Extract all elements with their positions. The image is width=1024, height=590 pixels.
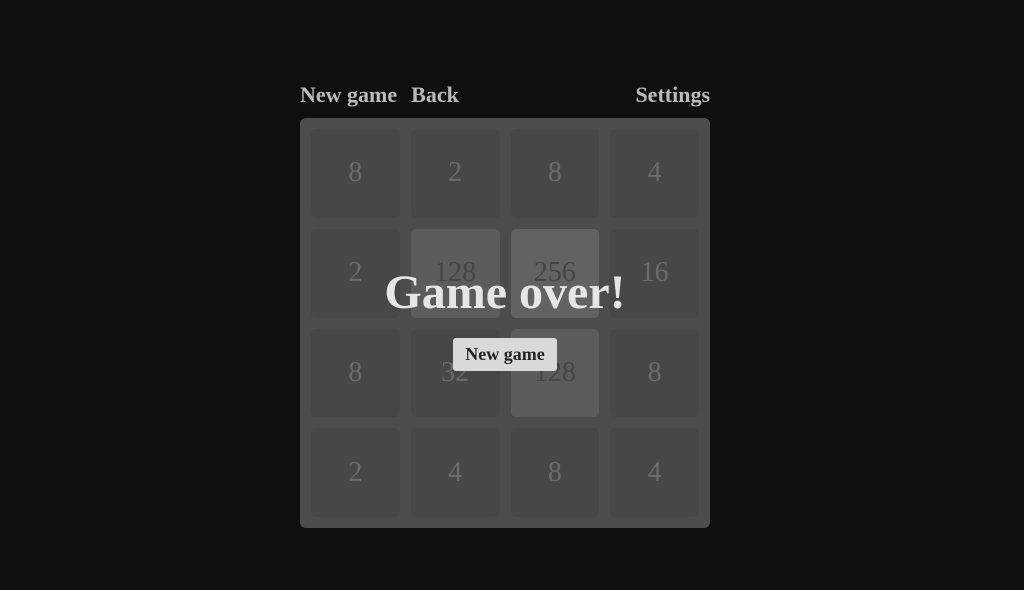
game-over-message: Game over! bbox=[384, 265, 625, 320]
menu-spacer bbox=[473, 82, 636, 108]
back-link[interactable]: Back bbox=[411, 82, 459, 108]
overlay-new-game-button[interactable]: New game bbox=[453, 338, 556, 371]
top-menu: New game Back Settings bbox=[300, 82, 710, 108]
new-game-link[interactable]: New game bbox=[300, 82, 397, 108]
game-over-overlay: Game over! New game bbox=[300, 118, 710, 528]
settings-link[interactable]: Settings bbox=[635, 82, 710, 108]
